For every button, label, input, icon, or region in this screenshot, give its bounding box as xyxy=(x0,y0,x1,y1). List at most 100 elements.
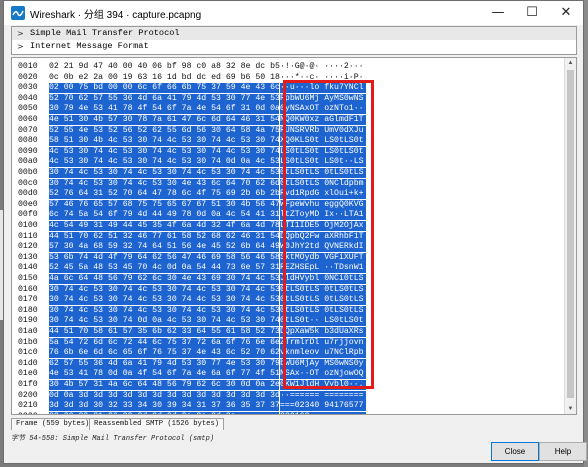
tree-row-imf[interactable]: > Internet Message Format xyxy=(12,40,576,53)
hex-ascii[interactable]: vknmleov u7NClRpb xyxy=(280,348,366,359)
hex-bytes[interactable]: 62 57 55 36 4d 6a 41 79 4d 53 30 77 4e 5… xyxy=(49,358,280,369)
hex-ascii[interactable]: 0KW1JldH Vybl0··. xyxy=(280,380,366,390)
hex-ascii[interactable]: ···*··c· ····i·P· xyxy=(280,73,366,83)
hex-bytes[interactable]: 02 21 9d 47 40 00 40 06 bf 98 c0 a8 32 8… xyxy=(49,62,280,72)
hex-bytes[interactable]: 5a 54 72 6d 6c 72 44 6c 75 37 72 6a 6f 7… xyxy=(49,337,280,348)
hex-bytes[interactable]: 4c 53 30 74 4c 53 30 74 4c 53 30 74 0d 0… xyxy=(49,157,280,168)
hex-offset: 0010 xyxy=(18,62,38,71)
hex-ascii[interactable]: ZTrmlrDl u7rjjovn xyxy=(280,337,366,348)
tab-reassembled-smtp[interactable]: Reassembled SMTP (1526 bytes) xyxy=(89,418,225,430)
scrollbar-thumb[interactable] xyxy=(567,70,574,398)
hex-ascii[interactable]: SktMOydb VGFiXUFT xyxy=(280,252,366,263)
hex-offset: 0070 xyxy=(18,125,38,135)
hex-bytes[interactable]: 30 74 4c 53 30 74 0d 0a 4c 53 30 74 4c 5… xyxy=(49,316,280,327)
hex-ascii[interactable]: DQpbQ2Fw aXRhbF1T xyxy=(280,231,366,242)
hex-offset: 0220 xyxy=(18,412,46,414)
close-window-button[interactable]: ✕ xyxy=(549,1,583,25)
hex-ascii[interactable]: XQ0KLS0t LS0tLS0t xyxy=(280,136,366,147)
hex-ascii[interactable]: RpbWU6Mj AyMS0wNS xyxy=(280,93,366,104)
hex-bytes[interactable]: 02 00 75 bd 00 00 6c 6f 66 6b 75 37 59 4… xyxy=(49,83,280,94)
hex-bytes[interactable]: 76 6b 6e 6d 6c 65 6f 76 75 37 4e 43 6c 5… xyxy=(49,348,280,359)
hex-bytes[interactable]: 4c 53 30 74 4c 53 30 74 4c 53 30 74 4c 5… xyxy=(49,146,280,157)
hex-ascii[interactable]: DQpXaW5k b3dUaXRs xyxy=(280,327,366,337)
hex-bytes[interactable]: 44 51 70 62 51 32 46 77 61 58 52 68 62 4… xyxy=(49,231,280,242)
status-text: 字节 54-558: Simple Mail Transfer Protocol… xyxy=(11,435,215,443)
hex-ascii[interactable]: 209169== ··.·· xyxy=(280,411,366,414)
hex-offset: 00c0 xyxy=(18,178,38,188)
hex-ascii[interactable]: ··====== ======== xyxy=(280,390,366,401)
hex-bytes[interactable]: 4c 54 49 31 49 44 45 35 4f 6a 4d 32 4f 6… xyxy=(49,221,280,231)
hex-ascii[interactable]: JldHVybl 0NCi0tLS xyxy=(280,274,366,284)
hex-offset: 0130 xyxy=(18,252,38,262)
hex-bytes[interactable]: 52 70 62 57 55 36 4d 6a 41 79 4d 53 30 7… xyxy=(49,93,280,104)
hex-ascii[interactable]: NSAx··OT ozNjowOQ xyxy=(280,369,366,380)
scroll-down-icon[interactable]: ▼ xyxy=(565,404,576,414)
help-button[interactable]: Help xyxy=(539,442,587,461)
hex-bytes[interactable]: 53 6b 74 4d 4f 79 64 62 56 47 46 69 58 5… xyxy=(49,252,280,263)
hex-bytes[interactable]: 57 30 4a 68 59 32 74 64 51 56 4e 45 52 6… xyxy=(49,242,280,253)
hex-bytes[interactable]: 4a 6c 64 48 56 79 62 6c 30 4e 43 69 30 7… xyxy=(49,274,280,284)
hex-ascii[interactable]: LS0tLS0t LS0tLS0t xyxy=(280,146,366,157)
hex-bytes[interactable]: 44 51 70 58 61 57 35 6b 62 33 64 55 61 5… xyxy=(49,327,280,337)
hex-ascii[interactable]: WFpeWvhu eggQ0KVG xyxy=(280,199,366,210)
hex-bytes[interactable]: 58 51 30 4b 4c 53 30 74 4c 53 30 74 4c 5… xyxy=(49,136,280,147)
minimize-button[interactable]: — xyxy=(481,1,515,25)
tree-row-smtp[interactable]: > Simple Mail Transfer Protocol xyxy=(12,27,576,40)
hex-offset: 0160 xyxy=(18,284,38,294)
hex-offset: 0080 xyxy=(18,136,38,146)
hex-ascii[interactable]: 0tLS0tLS 0tLS0tLS xyxy=(280,295,366,306)
hex-offset: 00a0 xyxy=(18,157,38,167)
hex-bytes[interactable]: 32 30 39 31 36 39 3d 3d 0d 0a 2e 0d 0a xyxy=(49,411,279,414)
vertical-scrollbar[interactable]: ▲ ▼ xyxy=(564,58,576,414)
hex-ascii[interactable]: LS0tLS0t LS0t··LS xyxy=(280,157,366,168)
hex-bytes[interactable]: 52 76 64 31 52 70 64 47 78 6c 4f 75 69 2… xyxy=(49,189,280,200)
hex-ascii[interactable]: RUNSRVRb UmV0dXJu xyxy=(280,125,366,136)
hex-ascii[interactable]: ·!·G@·@· ····2··· xyxy=(280,62,366,72)
hex-ascii[interactable]: LTI1IDE5 OjM2OjAx xyxy=(280,221,366,231)
protocol-tree: > Simple Mail Transfer Protocol > Intern… xyxy=(11,26,577,55)
hex-bytes[interactable]: 30 79 4e 53 41 78 4f 54 6f 7a 4e 54 6f 3… xyxy=(49,104,280,115)
hex-bytes[interactable]: 30 74 4c 53 30 74 4c 53 30 74 4c 53 30 7… xyxy=(49,168,280,178)
hex-offset: 0060 xyxy=(18,115,38,124)
hex-bytes[interactable]: 30 74 4c 53 30 74 4c 53 30 74 4c 53 30 7… xyxy=(49,295,280,306)
hex-ascii[interactable]: 0tLS0t·· LS0tLS0t xyxy=(280,316,366,327)
hex-bytes[interactable]: 30 74 4c 53 30 74 4c 53 30 74 4c 53 30 7… xyxy=(49,305,280,316)
hex-offset: 0020 xyxy=(18,72,38,82)
hex-ascii[interactable]: W0JhY2td QVNERkdI xyxy=(280,242,366,253)
maximize-button[interactable]: ☐ xyxy=(515,1,549,25)
hex-bytes[interactable]: 4e 53 41 78 0d 0a 4f 54 6f 7a 4e 6a 6f 7… xyxy=(49,369,280,380)
expand-arrow-icon[interactable]: > xyxy=(17,27,24,40)
tab-frame[interactable]: Frame (559 bytes) xyxy=(11,418,95,430)
hex-bytes[interactable]: 6c 74 5a 54 6f 79 4d 44 49 78 0d 0a 4c 5… xyxy=(49,210,280,221)
hex-ascii[interactable]: ===02340 94176577 xyxy=(280,401,366,412)
hex-ascii[interactable]: 0tLS0tLS 0tLS0tLS xyxy=(280,168,366,178)
hex-ascii[interactable]: NQ0KW0xz aGlmdF1T xyxy=(280,115,366,125)
hex-offset: 01d0 xyxy=(18,358,38,368)
hex-ascii[interactable]: REZHSEpL ··TDsnW1 xyxy=(280,263,366,274)
hex-ascii[interactable]: bWU6MjAy MS0wNS0y xyxy=(280,358,366,369)
hex-bytes[interactable]: 4e 51 30 4b 57 30 78 7a 61 47 6c 6d 64 4… xyxy=(49,115,280,125)
hex-bytes[interactable]: 52 45 5a 48 53 45 70 4c 0d 0a 54 44 73 6… xyxy=(49,263,280,274)
hex-ascii[interactable]: Rvd1RpdG xlOui+k+ xyxy=(280,189,366,200)
close-button[interactable]: Close xyxy=(491,442,539,461)
hex-ascii[interactable]: 0tLS0tLS 0NCldpbm xyxy=(280,178,366,189)
hex-offset: 0030 xyxy=(18,83,38,93)
scroll-up-icon[interactable]: ▲ xyxy=(565,58,576,68)
hex-bytes[interactable]: 30 74 4c 53 30 74 4c 53 30 4e 43 6c 64 7… xyxy=(49,178,280,189)
hex-ascii[interactable]: 0tLS0tLS 0tLS0tLS xyxy=(280,305,366,316)
hex-dump-pane[interactable]: 022032 30 39 31 36 39 3d 3d 0d 0a 2e 0d … xyxy=(11,57,577,415)
hex-bytes[interactable]: 57 46 76 65 57 68 75 75 65 67 67 51 30 4… xyxy=(49,199,280,210)
hex-bytes[interactable]: 52 55 4e 53 52 56 52 62 55 6d 56 30 64 5… xyxy=(49,125,280,136)
hex-bytes[interactable]: 30 74 4c 53 30 74 4c 53 30 74 4c 53 30 7… xyxy=(49,284,280,295)
hex-bytes[interactable]: 0d 0a 3d 3d 3d 3d 3d 3d 3d 3d 3d 3d 3d 3… xyxy=(49,390,280,401)
hex-ascii[interactable]: 0tLS0tLS 0tLS0tLS xyxy=(280,284,366,295)
hex-ascii[interactable]: ··u···lo fku7YNCl xyxy=(280,83,366,94)
hex-ascii[interactable]: ltZToyMD Ix··LTA1 xyxy=(280,210,366,221)
hex-ascii[interactable]: 0yNSAxOT ozNTo1·· xyxy=(280,104,366,115)
hex-offset: 01a0 xyxy=(18,327,38,336)
hex-bytes[interactable]: 3d 3d 3d 30 32 33 34 30 39 34 31 37 36 3… xyxy=(49,401,280,412)
expand-arrow-icon[interactable]: > xyxy=(17,40,24,53)
hex-bytes[interactable]: 30 4b 57 31 4a 6c 64 48 56 79 62 6c 30 0… xyxy=(49,380,280,390)
hex-bytes[interactable]: 0c 0b e2 2a 00 19 63 16 1d bd dc ed 69 b… xyxy=(49,73,280,83)
hex-offset: 00d0 xyxy=(18,189,38,199)
